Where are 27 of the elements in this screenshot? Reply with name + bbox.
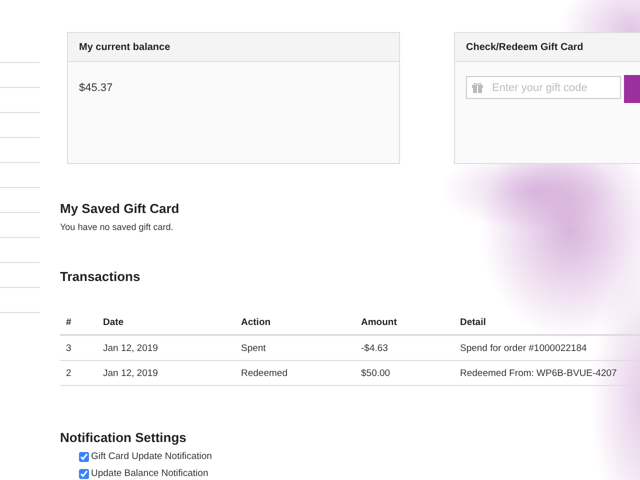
table-cell: Spend for order #1000022184 — [460, 335, 640, 360]
table-cell: Jan 12, 2019 — [103, 360, 241, 386]
column-header: Amount — [361, 310, 460, 335]
table-cell: Redeemed — [241, 360, 361, 386]
column-header: # — [60, 310, 103, 335]
checkbox[interactable] — [79, 468, 89, 478]
empty-message: You have no saved gift card. — [60, 222, 174, 232]
column-header: Date — [103, 310, 241, 335]
table-cell: $50.00 — [361, 360, 460, 386]
card-title: Check/Redeem Gift Card — [466, 42, 584, 52]
checkbox-label: Update Balance Notification — [91, 468, 208, 479]
column-header: Detail — [460, 310, 640, 335]
column-header: Action — [241, 310, 361, 335]
table-cell: Jan 12, 2019 — [103, 335, 241, 360]
checkbox-label: Gift Card Update Notification — [91, 451, 212, 462]
checkbox[interactable] — [79, 452, 89, 462]
balance-amount: $45.37 — [79, 82, 113, 94]
gift-code-field[interactable]: Enter your gift code — [466, 76, 621, 99]
card-title: My current balance — [79, 42, 170, 52]
section-heading: Transactions — [60, 269, 142, 284]
table-cell: 3 — [60, 335, 103, 360]
table-cell: Redeemed From: WP6B-BVUE-4207 — [460, 360, 640, 386]
section-heading: My Saved Gift Card — [60, 201, 180, 216]
section-heading: Notification Settings — [60, 430, 188, 445]
table-cell: -$4.63 — [361, 335, 460, 360]
table-cell: Spent — [241, 335, 361, 360]
table-cell: 2 — [60, 360, 103, 386]
